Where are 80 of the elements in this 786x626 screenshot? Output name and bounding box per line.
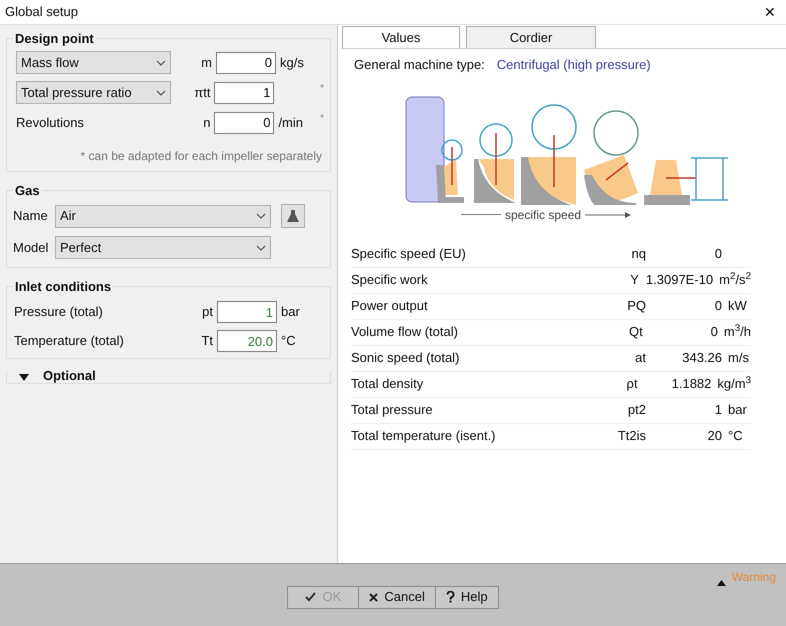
- window-title: Global setup: [5, 3, 78, 22]
- machine-type-value: Centrifugal (high pressure): [496, 56, 651, 74]
- close-button[interactable]: ✕: [764, 2, 776, 22]
- triangle-up-icon: [716, 580, 726, 586]
- footnote: * can be adapted for each impeller separately: [80, 148, 323, 165]
- machine-type-label: General machine type:: [354, 56, 485, 74]
- quantity-dropdown[interactable]: Mass flow: [16, 51, 171, 74]
- field-label: Revolutions: [16, 114, 84, 130]
- symbol-label: πtt: [193, 84, 212, 102]
- unit-label: kg/s: [279, 54, 305, 72]
- symbol-label: PQ: [626, 297, 646, 316]
- result-label: Total density: [351, 375, 424, 394]
- model-dropdown[interactable]: Perfect: [55, 236, 271, 259]
- chevron-down-icon: [256, 213, 266, 219]
- unit-label: °C: [727, 427, 743, 446]
- axis-label: specific speed: [505, 206, 582, 224]
- result-value: 0: [714, 245, 722, 264]
- unit-label: bar: [727, 401, 747, 420]
- result-value: 343.26: [681, 349, 722, 368]
- result-label: Total pressure: [351, 401, 434, 420]
- symbol-label: Tt: [200, 332, 214, 350]
- result-label: Power output: [351, 297, 429, 316]
- value-field[interactable]: 0: [216, 52, 276, 74]
- symbol-label: ρt: [626, 375, 638, 394]
- question-mark-icon: [446, 591, 455, 603]
- symbol-label: m: [200, 54, 213, 72]
- result-label: Specific work: [351, 271, 429, 290]
- unit-label: m$^{2}$/s$^{2}$: [718, 270, 751, 290]
- asterisk: *: [320, 82, 324, 96]
- asterisk: *: [320, 112, 324, 126]
- unit-label: /min: [277, 114, 304, 132]
- quantity-dropdown[interactable]: Total pressure ratio: [16, 81, 171, 104]
- unit-label: m$^{3}$/h: [722, 322, 752, 342]
- close-icon: [369, 592, 378, 602]
- result-value: 0: [714, 297, 722, 316]
- symbol-label: at: [634, 349, 646, 368]
- flask-icon: [286, 209, 300, 223]
- symbol-label: pt2: [626, 401, 646, 420]
- cancel-button[interactable]: Cancel: [358, 586, 435, 608]
- value-field[interactable]: 1: [214, 82, 274, 104]
- unit-label: kW: [727, 297, 747, 316]
- value-field[interactable]: 1: [217, 301, 277, 323]
- unit-label: °C: [280, 332, 296, 350]
- flask-button[interactable]: [281, 204, 305, 228]
- symbol-label: Y: [629, 271, 639, 290]
- tab[interactable]: Cordier: [466, 26, 596, 48]
- result-label: Volume flow (total): [351, 323, 459, 342]
- symbol-label: nq: [630, 245, 646, 264]
- symbol-label: n: [202, 114, 212, 132]
- field-label: Pressure (total): [14, 303, 104, 322]
- symbol-label: Qt: [628, 323, 643, 342]
- tab[interactable]: Values: [342, 26, 460, 48]
- result-label: Sonic speed (total): [351, 349, 460, 368]
- result-value: 1.1882: [670, 375, 712, 394]
- unit-label: kg/m$^{3}$: [716, 374, 751, 394]
- result-value: 0: [710, 323, 718, 342]
- field-label: Model: [13, 238, 49, 257]
- chevron-down-icon: [256, 244, 266, 250]
- result-label: Total temperature (isent.): [351, 427, 497, 446]
- result-value: 1.3097E-10: [644, 271, 714, 290]
- symbol-label: Tt2is: [616, 427, 646, 446]
- unit-label: bar: [280, 303, 300, 322]
- value-field[interactable]: 0: [214, 112, 274, 134]
- warning-label: Warning: [732, 569, 776, 586]
- arrow-icon: [585, 212, 632, 218]
- chevron-down-icon: [156, 90, 166, 96]
- field-label: Temperature (total): [14, 332, 125, 350]
- symbol-label: pt: [201, 303, 214, 322]
- optional-expander[interactable]: Optional: [6, 371, 331, 384]
- result-value: 20: [706, 427, 722, 446]
- chevron-down-icon: [156, 60, 166, 66]
- gas-dropdown[interactable]: Air: [55, 204, 271, 228]
- result-value: 1: [714, 401, 722, 420]
- unit-label: m/s: [727, 349, 749, 368]
- triangle-icon: [19, 374, 29, 380]
- value-field[interactable]: 20.0: [217, 330, 277, 352]
- checkmark-icon: [305, 592, 316, 602]
- help-button[interactable]: Help: [434, 586, 498, 608]
- field-label: Name: [13, 207, 49, 226]
- result-label: Specific speed (EU): [351, 245, 467, 264]
